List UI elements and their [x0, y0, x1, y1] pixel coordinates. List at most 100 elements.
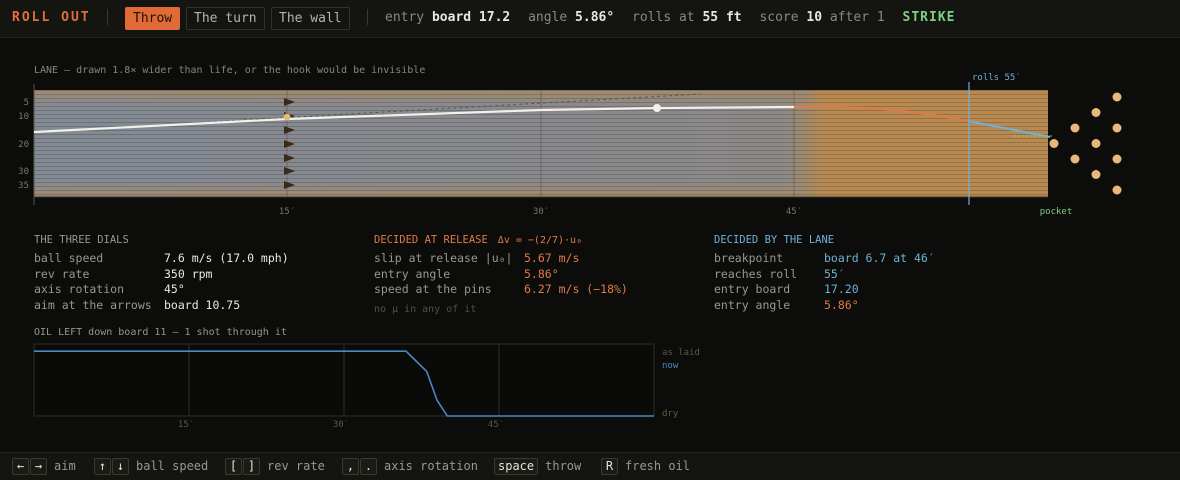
dial-label: ball speed — [34, 251, 104, 265]
comma-key[interactable]: , — [342, 458, 359, 475]
bracket-left-key[interactable]: [ — [225, 458, 242, 475]
hint-ball-speed[interactable]: ↑ ↓ ball speed — [94, 458, 208, 475]
oil-caption: OIL LEFT down board 11 — 1 shot through … — [34, 327, 287, 338]
lane-label: entry angle — [714, 297, 791, 312]
space-key[interactable]: space — [494, 458, 539, 475]
dial-label: aim at the arrows — [34, 297, 152, 312]
release-title: DECIDED AT RELEASE — [374, 234, 488, 246]
dial-row[interactable]: rev rate 350 rpm — [34, 267, 212, 283]
distance-tick: 15′ — [279, 207, 295, 217]
dial-row[interactable]: axis rotation 45° — [34, 282, 185, 298]
lane-diagram: 5 10 20 30 35 15′ 30′ 45′ rolls 55′ pock… — [18, 73, 1122, 217]
oil-graph: as laid now dry 15′ 30′ 45′ — [33, 343, 700, 430]
hint-aim[interactable]: ← → aim — [12, 458, 76, 475]
oil-distance-tick: 30′ — [333, 420, 349, 430]
tab-the-wall[interactable]: The wall — [271, 7, 350, 30]
divider — [107, 9, 108, 25]
status-readout: entry board 17.2 angle 5.86° rolls at 55… — [385, 10, 955, 25]
pin-deck — [1049, 92, 1122, 195]
lane-label: entry board — [714, 282, 791, 296]
result-badge: STRIKE — [902, 10, 956, 25]
board-tick: 5 — [24, 98, 29, 108]
hint-label: fresh oil — [625, 459, 691, 473]
score-value: 10 — [806, 10, 823, 25]
lane-row: reaches roll 55′ — [714, 266, 845, 283]
app-title: ROLL OUT — [12, 10, 91, 25]
tab-throw[interactable]: Throw — [125, 7, 181, 30]
pin — [1070, 154, 1080, 164]
left-arrow-key[interactable]: ← — [12, 458, 29, 475]
rolls-marker-label: rolls 55′ — [972, 73, 1021, 83]
panel-title: THE THREE DIALS — [34, 234, 129, 246]
oil-distance-tick: 45′ — [488, 420, 504, 430]
release-panel: DECIDED AT RELEASE Δv = −(2/7)·u₀ slip at… — [374, 234, 628, 315]
board-tick: 20 — [18, 140, 29, 150]
angle-value: 5.86° — [575, 10, 615, 25]
release-label: slip at release |u₀| — [374, 251, 513, 265]
hint-fresh-oil[interactable]: Rfresh oil — [601, 458, 690, 475]
lane-decided-panel: DECIDED BY THE LANE breakpoint board 6.7 … — [714, 234, 935, 313]
hint-label: rev rate — [267, 459, 325, 473]
tab-the-turn[interactable]: The turn — [186, 7, 265, 30]
pin — [1112, 154, 1122, 164]
dial-row[interactable]: aim at the arrows board 10.75 — [34, 298, 240, 314]
entry-label: entry — [385, 10, 425, 25]
pocket-label: pocket — [1040, 207, 1073, 217]
pin — [1091, 139, 1101, 148]
ball — [653, 104, 661, 112]
oil-distance-tick: 15′ — [178, 420, 194, 430]
hint-throw[interactable]: space throw — [494, 458, 581, 475]
axis-rotation-value: 45° — [164, 282, 185, 296]
angle-label: angle — [528, 10, 568, 25]
lane-label: breakpoint — [714, 251, 784, 265]
bracket-right-key[interactable]: ] — [243, 458, 260, 475]
r-key[interactable]: R — [601, 458, 618, 475]
pin — [1070, 123, 1080, 133]
breakpoint-value: board 6.7 at 46′ — [824, 251, 935, 265]
score-label: score — [759, 10, 799, 25]
rolls-value: 55 ft — [702, 10, 742, 25]
three-dials-panel: THE THREE DIALS ball speed 7.6 m/s (17.0 … — [34, 234, 289, 314]
rev-rate-value: 350 rpm — [164, 266, 213, 281]
panel-title: DECIDED BY THE LANE — [714, 234, 835, 246]
pin — [1112, 92, 1122, 102]
hint-axis-rotation[interactable]: ,. axis rotation — [342, 458, 478, 475]
pin — [1112, 123, 1122, 133]
down-arrow-key[interactable]: ↓ — [112, 458, 129, 475]
entry-board-value: board 17.2 — [431, 10, 511, 25]
lane-row: entry board 17.20 — [714, 282, 859, 298]
pin — [1091, 108, 1101, 117]
distance-tick: 45′ — [786, 207, 802, 217]
entry-angle-value: 5.86° — [524, 266, 559, 281]
entry-board-value: 17.20 — [824, 282, 859, 296]
hint-label: ball speed — [136, 459, 209, 473]
hint-label: aim — [54, 459, 76, 473]
pin-speed-value: 6.27 m/s (−18%) — [524, 282, 628, 296]
hint-label: throw — [545, 459, 582, 473]
aim-marker — [283, 113, 291, 121]
release-row: speed at the pins 6.27 m/s (−18%) — [374, 282, 628, 298]
hint-rev-rate[interactable]: [] rev rate — [225, 458, 325, 475]
lane-label: reaches roll — [714, 266, 798, 281]
board-tick: 35 — [18, 181, 29, 191]
rolls-label: rolls at — [632, 10, 695, 25]
distance-tick: 30′ — [533, 207, 549, 217]
aim-value: board 10.75 — [164, 297, 241, 312]
dial-row[interactable]: ball speed 7.6 m/s (17.0 mph) — [34, 251, 289, 267]
release-label: speed at the pins — [374, 282, 492, 296]
entry-angle-value: 5.86° — [824, 297, 859, 312]
controls-bar: ← → aim ↑ ↓ ball speed [] rev rate ,. axis rot… — [0, 452, 1180, 480]
right-arrow-key[interactable]: → — [30, 458, 47, 475]
pin — [1112, 185, 1122, 195]
divider — [367, 9, 368, 25]
dial-label: axis rotation — [34, 282, 125, 296]
oil-dry-label: dry — [662, 409, 679, 419]
pin — [1049, 139, 1059, 148]
lane-row: breakpoint board 6.7 at 46′ — [714, 251, 935, 267]
release-row: slip at release |u₀| 5.67 m/s — [374, 251, 582, 267]
period-key[interactable]: . — [360, 458, 377, 475]
up-arrow-key[interactable]: ↑ — [94, 458, 111, 475]
board-tick: 10 — [18, 112, 29, 122]
oil-now-label: now — [662, 361, 679, 371]
release-row: entry angle 5.86° — [374, 267, 582, 283]
